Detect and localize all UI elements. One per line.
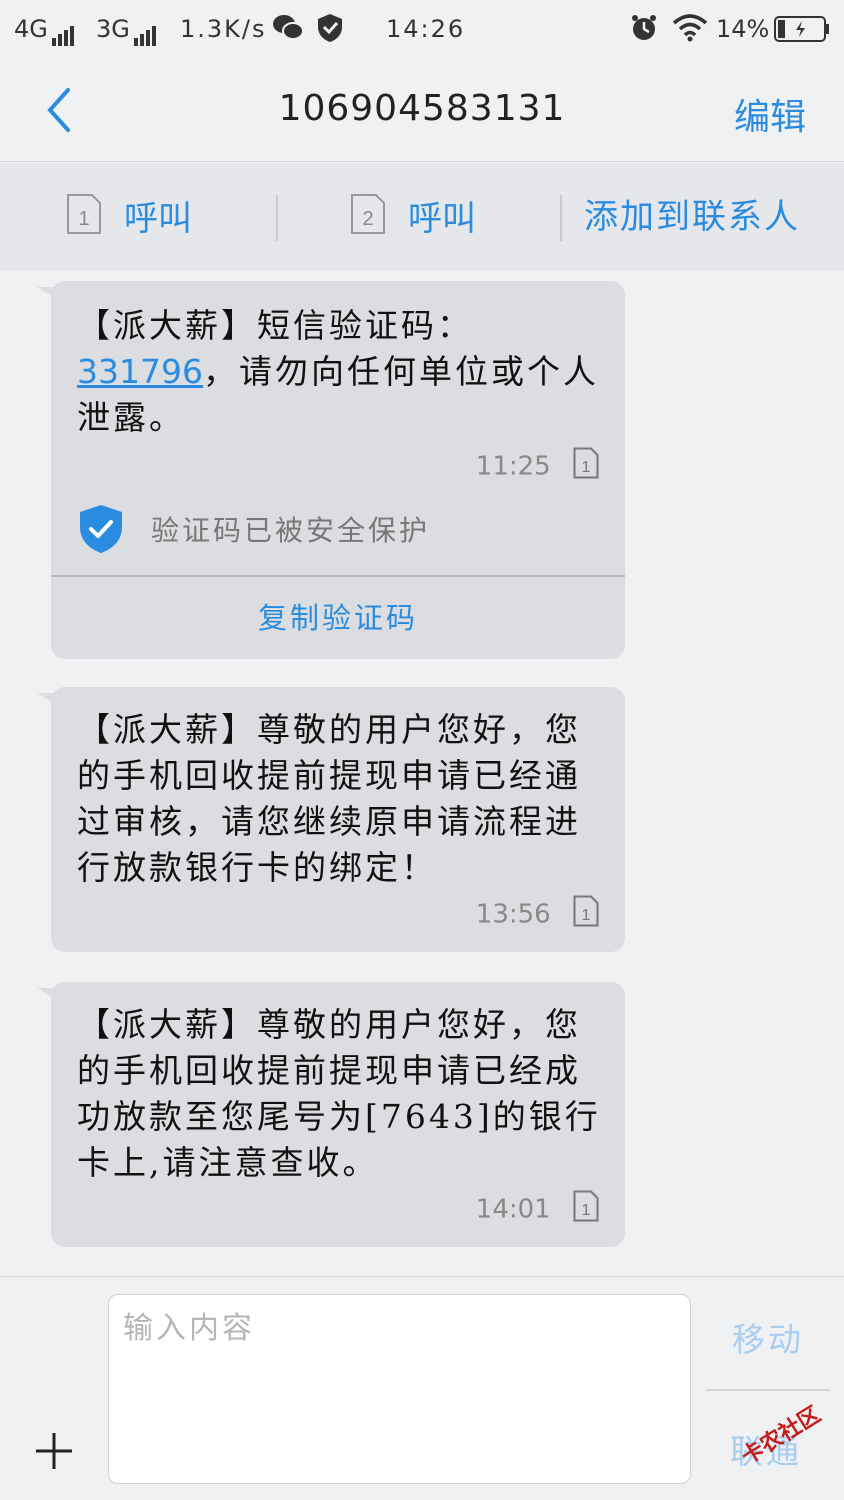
divider [706,1389,830,1391]
svg-text:1: 1 [582,907,591,924]
message-time: 14:01 [475,1194,551,1225]
message-text: 【派大薪】尊敬的用户您好，您的手机回收提前提现申请已经成功放款至您尾号为[764… [77,1005,601,1182]
svg-text:2: 2 [362,208,373,230]
signal-icon [133,16,158,46]
message-bubble[interactable]: 【派大薪】短信验证码：331796，请勿向任何单位或个人泄露。 11:25 1 … [37,281,625,659]
shield-check-icon [77,505,125,559]
message-meta: 11:25 1 [476,447,599,486]
battery-icon [774,16,830,49]
page-title: 106904583131 [278,88,566,129]
edit-button[interactable]: 编辑 [734,88,806,140]
move-button[interactable]: 移动 [732,1313,804,1361]
wifi-icon [672,12,708,49]
message-time: 13:56 [475,899,551,930]
clock-time: 14:26 [386,15,466,43]
call-label: 呼叫 [408,199,476,239]
sim-card-icon: 2 [350,193,386,248]
network-4g-label: 4G [14,15,48,43]
sim-card-icon: 1 [573,895,599,934]
message-list[interactable]: 【派大薪】短信验证码：331796，请勿向任何单位或个人泄露。 11:25 1 … [0,271,844,1276]
svg-text:1: 1 [582,1202,591,1219]
add-to-contacts-button[interactable]: 添加到联系人 [584,193,800,241]
status-bar: 4G 3G 1.3K/s 14:26 14% [0,0,844,58]
call-label: 呼叫 [124,199,192,239]
divider [560,195,562,241]
network-4g: 4G [14,14,76,46]
sim-card-icon: 1 [573,1190,599,1229]
signal-icon [51,16,76,46]
wechat-icon [272,12,304,49]
security-protection-row: 验证码已被安全保护 [77,503,427,553]
message-input[interactable] [108,1294,691,1484]
network-3g: 3G [96,14,158,46]
message-time: 11:25 [475,451,551,482]
action-bar: 1 呼叫 2 呼叫 添加到联系人 [0,163,844,271]
call-sim2-button[interactable]: 2 呼叫 [350,193,476,248]
message-meta: 13:56 1 [476,895,599,934]
alarm-icon [630,13,658,50]
message-text: 【派大薪】尊敬的用户您好，您的手机回收提前提现申请已经通过审核，请您继续原申请流… [77,710,581,887]
copy-code-button[interactable]: 复制验证码 [51,577,625,659]
network-speed: 1.3K/s [180,15,267,43]
message-bubble[interactable]: 【派大薪】尊敬的用户您好，您的手机回收提前提现申请已经成功放款至您尾号为[764… [37,982,625,1247]
divider [276,195,278,241]
composer: 移动 联通 [0,1276,844,1500]
message-text: 【派大薪】短信验证码：331796，请勿向任何单位或个人泄露。 [77,303,607,441]
svg-text:1: 1 [78,208,89,230]
attach-button[interactable] [32,1429,76,1473]
message-meta: 14:01 1 [476,1190,599,1229]
message-text-prefix: 【派大薪】短信验证码： [77,306,473,345]
sim-card-icon: 1 [573,447,599,486]
sim-card-icon: 1 [66,193,102,248]
battery-percent: 14% [716,15,770,43]
shield-status-icon [316,12,344,51]
svg-text:1: 1 [582,459,591,476]
verification-code-link[interactable]: 331796 [77,352,203,391]
message-bubble[interactable]: 【派大薪】尊敬的用户您好，您的手机回收提前提现申请已经通过审核，请您继续原申请流… [37,687,625,952]
network-3g-label: 3G [96,15,130,43]
conversation-header: 106904583131 编辑 [0,58,844,162]
plus-icon [36,1433,72,1469]
call-sim1-button[interactable]: 1 呼叫 [66,193,192,248]
protection-text: 验证码已被安全保护 [151,514,431,547]
